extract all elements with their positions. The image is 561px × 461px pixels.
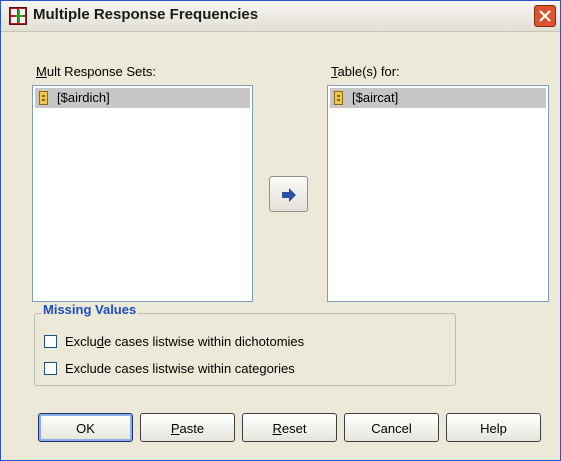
exclude-categories-label[interactable]: Exclude cases listwise within categories [65, 361, 295, 376]
exclude-dichotomies-checkbox[interactable] [44, 335, 57, 348]
list-item-label: [$airdich] [57, 90, 110, 105]
ok-button[interactable]: OK [38, 413, 133, 442]
list-item[interactable]: [$aircat] [330, 88, 546, 108]
exclude-categories-checkbox[interactable] [44, 362, 57, 375]
multiple-response-set-icon [334, 91, 343, 105]
cancel-button[interactable]: Cancel [344, 413, 439, 442]
arrow-right-icon [282, 188, 296, 202]
target-variable-list[interactable]: [$aircat] [327, 85, 549, 302]
list-item[interactable]: [$airdich] [35, 88, 250, 108]
source-variable-list[interactable]: [$airdich] [32, 85, 253, 302]
source-list-label: Mult Response Sets: [36, 64, 156, 79]
exclude-dichotomies-label[interactable]: Exclude cases listwise within dichotomie… [65, 334, 304, 349]
dialog-app-icon [9, 7, 27, 25]
target-list-label: Table(s) for: [331, 64, 400, 79]
multiple-response-set-icon [39, 91, 48, 105]
title-bar[interactable]: Multiple Response Frequencies [1, 1, 560, 32]
close-button[interactable] [534, 5, 556, 27]
reset-button[interactable]: Reset [242, 413, 337, 442]
dialog-title: Multiple Response Frequencies [33, 6, 259, 23]
dialog-window: Multiple Response Frequencies Mult Respo… [0, 0, 561, 461]
help-button[interactable]: Help [446, 413, 541, 442]
missing-values-title: Missing Values [41, 302, 139, 317]
move-to-target-button[interactable] [269, 176, 308, 212]
paste-button[interactable]: Paste [140, 413, 235, 442]
list-item-label: [$aircat] [352, 90, 399, 105]
close-icon [539, 10, 551, 22]
